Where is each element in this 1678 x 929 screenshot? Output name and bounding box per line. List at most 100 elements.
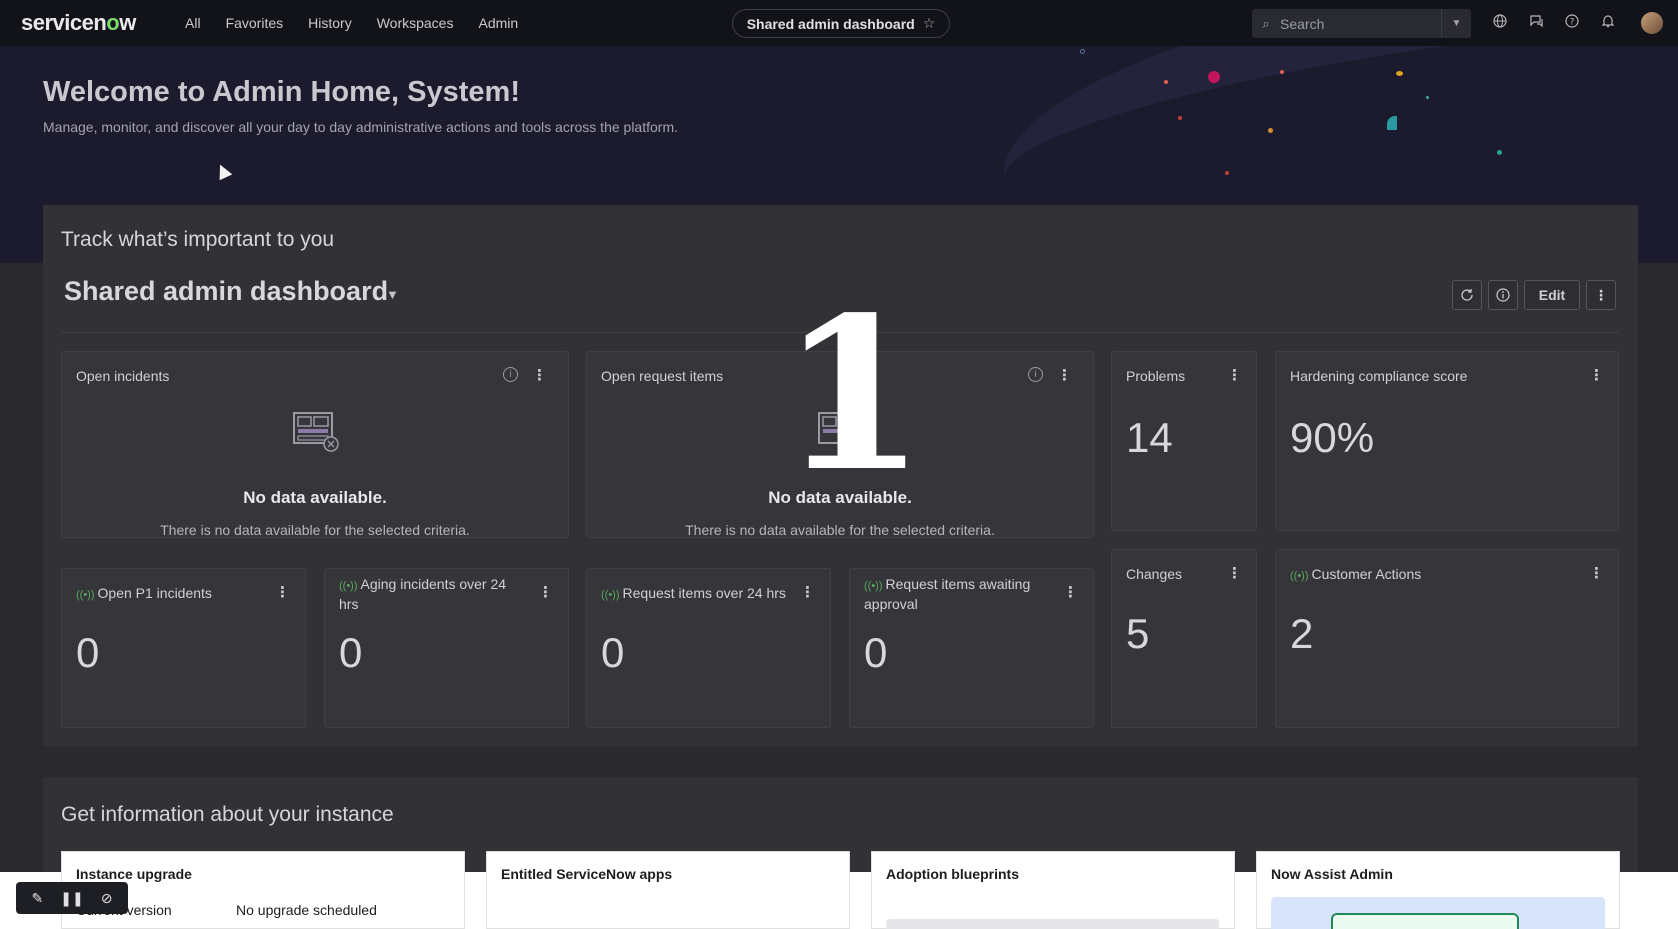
adoption-blueprints-card[interactable]: Adoption blueprints: [871, 851, 1235, 929]
card-menu-icon[interactable]: ⋮: [532, 366, 547, 384]
metric-value: 0: [339, 629, 363, 676]
card-menu-icon[interactable]: ⋮: [1589, 366, 1604, 384]
recording-toolbar: ✎ ❚❚ ⊘: [16, 882, 128, 914]
decorative-dot: [1080, 49, 1085, 54]
card-title: Entitled ServiceNow apps: [501, 866, 673, 882]
assist-preview: [1271, 897, 1605, 929]
request-items-24hrs-card[interactable]: ((•)) Request items over 24 hrs ⋮ 0: [586, 568, 831, 728]
dashboard-dropdown-icon[interactable]: ▼: [386, 287, 399, 302]
svg-text:?: ?: [1570, 18, 1575, 28]
dashboard-title[interactable]: Shared admin dashboard: [64, 276, 388, 307]
search-input[interactable]: Search: [1280, 16, 1441, 32]
live-icon: ((•)): [76, 589, 95, 601]
logo-text: servicen: [21, 10, 107, 35]
more-options-button[interactable]: ⋮: [1586, 280, 1616, 310]
now-assist-admin-card[interactable]: Now Assist Admin: [1256, 851, 1620, 929]
no-data-title: No data available.: [243, 488, 387, 507]
pause-icon[interactable]: ❚❚: [58, 890, 86, 907]
search-scope-dropdown-icon[interactable]: ▼: [1441, 9, 1471, 38]
card-menu-icon[interactable]: ⋮: [538, 583, 553, 601]
nav-all[interactable]: All: [185, 15, 201, 31]
request-items-awaiting-approval-card[interactable]: ((•)) Request items awaiting approval ⋮ 0: [849, 568, 1094, 728]
changes-card[interactable]: Changes ⋮ 5: [1111, 549, 1257, 728]
aging-incidents-card[interactable]: ((•)) Aging incidents over 24 hrs ⋮ 0: [324, 568, 569, 728]
card-menu-icon[interactable]: ⋮: [275, 583, 290, 601]
card-menu-icon[interactable]: ⋮: [1227, 564, 1242, 582]
decorative-dot: [1426, 96, 1429, 99]
card-title: ((•)) Open P1 incidents: [76, 584, 212, 604]
info-icon[interactable]: i: [1028, 367, 1043, 382]
metric-value: 0: [864, 629, 888, 676]
current-page-pill[interactable]: Shared admin dashboard ☆: [732, 9, 950, 38]
chat-icon[interactable]: [1526, 13, 1546, 33]
refresh-icon: [1461, 289, 1473, 301]
nav-workspaces[interactable]: Workspaces: [377, 15, 454, 31]
page-title: Welcome to Admin Home, System!: [43, 76, 520, 108]
decorative-dot: [1497, 150, 1502, 155]
star-icon[interactable]: ☆: [923, 15, 936, 32]
live-icon: ((•)): [1290, 570, 1309, 582]
card-menu-icon[interactable]: ⋮: [800, 583, 815, 601]
card-title: Open incidents: [76, 368, 170, 384]
metric-value: 0: [76, 629, 100, 676]
card-title-text: Request items over 24 hrs: [622, 585, 786, 601]
card-title: Changes: [1126, 566, 1183, 582]
edit-button[interactable]: Edit: [1524, 280, 1580, 310]
card-menu-icon[interactable]: ⋮: [1589, 564, 1604, 582]
global-search[interactable]: ⌕ Search ▼: [1252, 9, 1471, 38]
nav-history[interactable]: History: [308, 15, 352, 31]
main-nav: All Favorites History Workspaces Admin: [185, 0, 543, 46]
info-icon[interactable]: i: [503, 367, 518, 382]
live-icon: ((•)): [339, 580, 358, 592]
edit-icon[interactable]: ✎: [23, 890, 51, 907]
assist-preview-frame: [1331, 913, 1519, 929]
globe-icon[interactable]: [1490, 13, 1510, 33]
metric-value: 14: [1126, 414, 1173, 461]
card-title-text: Open P1 incidents: [97, 585, 212, 601]
card-menu-icon[interactable]: ⋮: [1057, 366, 1072, 384]
metric-value: 2: [1290, 610, 1314, 657]
step-number-overlay: 1: [780, 271, 927, 518]
decorative-dot: [1164, 80, 1168, 84]
page-subtitle: Manage, monitor, and discover all your d…: [43, 119, 678, 135]
card-title: Instance upgrade: [76, 866, 192, 882]
refresh-button[interactable]: [1452, 280, 1482, 310]
problems-card[interactable]: Problems ⋮ 14: [1111, 351, 1257, 531]
metric-value: 90%: [1290, 414, 1375, 461]
card-title: ((•)) Customer Actions: [1290, 565, 1421, 585]
hardening-compliance-card[interactable]: Hardening compliance score ⋮ 90%: [1275, 351, 1619, 531]
decorative-dot: [1178, 116, 1182, 120]
customer-actions-card[interactable]: ((•)) Customer Actions ⋮ 2: [1275, 549, 1619, 728]
section-title: Track what’s important to you: [61, 228, 335, 251]
logo-text-end: w: [119, 10, 136, 35]
nav-admin[interactable]: Admin: [478, 15, 518, 31]
decorative-dot: [1225, 171, 1229, 175]
info-button[interactable]: [1488, 280, 1518, 310]
decorative-dot: [1396, 71, 1403, 76]
card-menu-icon[interactable]: ⋮: [1227, 366, 1242, 384]
card-title: Hardening compliance score: [1290, 368, 1468, 384]
open-p1-incidents-card[interactable]: ((•)) Open P1 incidents ⋮ 0: [61, 568, 306, 728]
card-title: ((•)) Request items awaiting approval: [864, 575, 1054, 613]
decorative-dot: [1268, 128, 1273, 133]
servicenow-logo[interactable]: servicenow: [21, 10, 136, 36]
entitled-apps-card[interactable]: Entitled ServiceNow apps: [486, 851, 850, 929]
card-menu-icon[interactable]: ⋮: [1063, 583, 1078, 601]
card-title-text: Customer Actions: [1311, 566, 1422, 582]
card-title: Open request items: [601, 368, 724, 384]
help-icon[interactable]: ?: [1562, 13, 1582, 33]
bell-icon[interactable]: [1598, 13, 1618, 33]
info-icon: [1496, 288, 1510, 302]
current-version-value: No upgrade scheduled: [236, 902, 377, 918]
card-title: Now Assist Admin: [1271, 866, 1393, 882]
decorative-dot: [1280, 70, 1284, 74]
decorative-dot: [1387, 116, 1397, 130]
nav-favorites[interactable]: Favorites: [226, 15, 284, 31]
card-title: Adoption blueprints: [886, 866, 1019, 882]
hide-icon[interactable]: ⊘: [93, 890, 121, 907]
search-icon: ⌕: [1262, 15, 1270, 31]
avatar[interactable]: [1641, 12, 1663, 34]
no-data-icon: [293, 412, 339, 452]
no-data-text: There is no data available for the selec…: [685, 522, 995, 538]
card-title-text: Aging incidents over 24 hrs: [339, 576, 507, 612]
